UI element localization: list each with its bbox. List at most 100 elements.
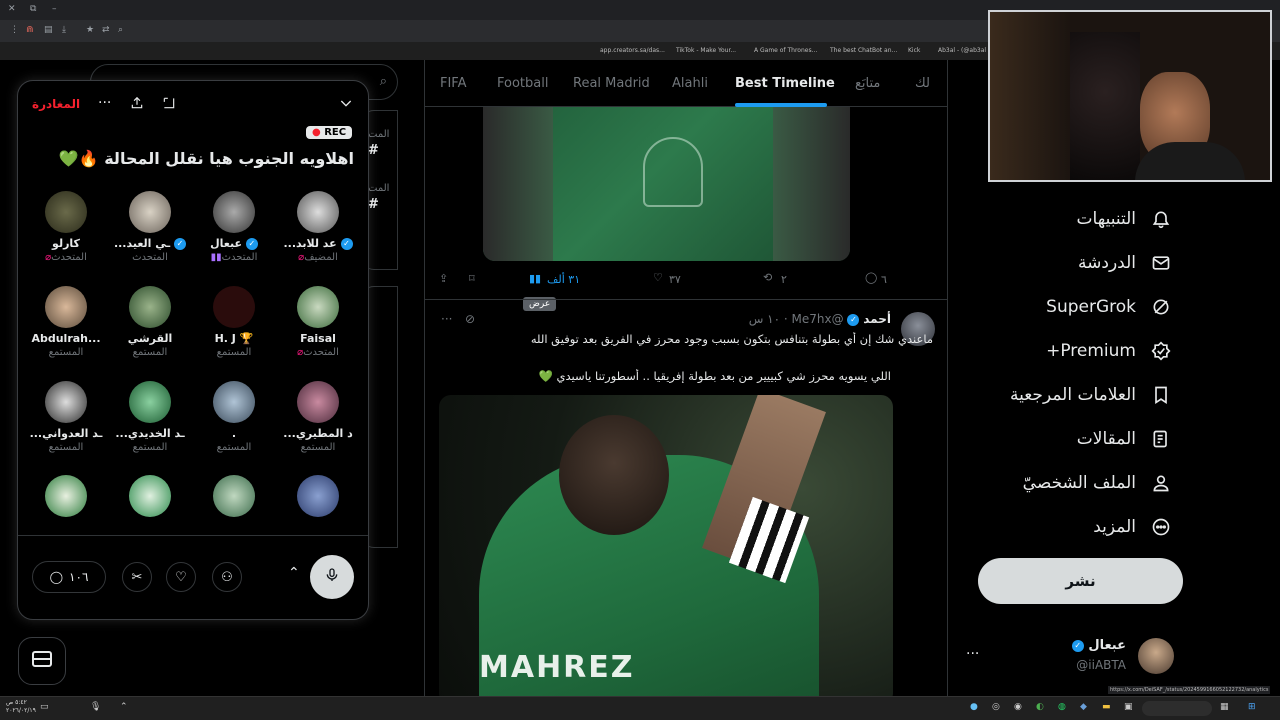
share-icon[interactable]: ⇄ bbox=[102, 25, 110, 35]
microphone-button[interactable] bbox=[310, 555, 354, 599]
tab-following[interactable]: متابَع bbox=[855, 76, 880, 91]
participant[interactable]: . المستمع bbox=[192, 381, 276, 453]
chevron-up-icon[interactable]: ⌃ bbox=[288, 565, 300, 581]
repost-icon[interactable]: ⟲ bbox=[763, 271, 772, 284]
whatsapp-icon[interactable]: ◍ bbox=[1058, 702, 1066, 712]
windows-start-icon[interactable]: ⊞ bbox=[1248, 702, 1256, 712]
leave-button[interactable]: المغادرة bbox=[32, 97, 80, 111]
nav-bookmarks[interactable]: العلامات المرجعية bbox=[1010, 384, 1172, 406]
participant[interactable] bbox=[192, 475, 276, 517]
bookmark-icon[interactable]: ⌑ bbox=[469, 272, 475, 285]
nav-more[interactable]: المزيد bbox=[1093, 516, 1172, 538]
participant[interactable]: القرشي المستمع bbox=[108, 286, 192, 358]
nav-chat[interactable]: الدردشة bbox=[1078, 252, 1172, 274]
grok-icon[interactable]: ⊘ bbox=[465, 312, 475, 326]
author-handle[interactable]: @Me7hx bbox=[792, 312, 844, 326]
steam-icon[interactable]: ● bbox=[970, 702, 978, 712]
participant-name: ...د المطيري bbox=[283, 427, 353, 440]
participant[interactable] bbox=[24, 475, 108, 517]
more-icon[interactable]: ··· bbox=[98, 95, 111, 111]
participant[interactable] bbox=[108, 475, 192, 517]
bookmark-item[interactable]: A Game of Thrones... bbox=[754, 47, 817, 54]
close-window-icon[interactable]: ✕ bbox=[8, 4, 16, 14]
star-icon[interactable]: ★ bbox=[86, 25, 94, 35]
participant[interactable]: Abdulrah... المستمع bbox=[24, 286, 108, 358]
reply-icon[interactable]: ◯ bbox=[865, 271, 877, 284]
clock[interactable]: ٥:٤٢ ص ٢٠٢٦/٠٢/١٩ bbox=[6, 699, 36, 715]
bookmark-item[interactable]: app.creators.sa/das... bbox=[600, 47, 665, 54]
comments-button[interactable]: ◯ ١٠٦ bbox=[32, 561, 106, 593]
tab-for-you[interactable]: لك bbox=[915, 76, 930, 91]
clip-icon[interactable]: ✂ bbox=[122, 562, 152, 592]
participant[interactable]: ...ـي العيد ✓ المتحدث bbox=[108, 191, 192, 263]
participant[interactable]: عبعال ✓ ▮▮المتحدث bbox=[192, 191, 276, 263]
app-icon[interactable]: ▣ bbox=[1124, 702, 1133, 712]
app-icon[interactable]: ◎ bbox=[992, 702, 1000, 712]
participant[interactable]: ...عد للابد ✓ ⌀المضيف bbox=[276, 191, 360, 263]
nav-notifications[interactable]: التنبيهات bbox=[1077, 208, 1172, 230]
chrome-icon[interactable]: ◐ bbox=[1036, 702, 1044, 712]
nav-articles[interactable]: المقالات bbox=[1077, 428, 1172, 450]
extension-icon[interactable]: ⋒ bbox=[26, 25, 34, 35]
views-icon[interactable]: ▮▮ bbox=[529, 272, 541, 285]
participant-name: H. J 🏆 bbox=[214, 332, 254, 345]
participant[interactable]: ...ـد العدواني المستمع bbox=[24, 381, 108, 453]
participant[interactable] bbox=[276, 475, 360, 517]
avatar bbox=[213, 191, 255, 233]
restore-window-icon[interactable]: ⧉ bbox=[30, 4, 36, 14]
participant-role: المستمع bbox=[300, 442, 336, 453]
app-icon[interactable]: ◆ bbox=[1080, 702, 1087, 712]
participant[interactable]: ...ـد الخديدي المستمع bbox=[108, 381, 192, 453]
verified-icon: ✓ bbox=[245, 238, 258, 250]
participant[interactable]: كارلو ⌀المتحدث bbox=[24, 191, 108, 263]
tweet-time[interactable]: ١٠ س bbox=[749, 312, 780, 326]
messages-button[interactable] bbox=[18, 637, 66, 685]
account-switcher[interactable]: ··· عبعال ✓ @iiABTA bbox=[962, 636, 1182, 680]
nav-profile[interactable]: الملف الشخصيّ bbox=[1023, 472, 1172, 494]
space-title: اهلاويه الجنوب هيا نقلل المحالة 🔥💚 bbox=[58, 149, 354, 168]
post-button[interactable]: نشر bbox=[978, 558, 1183, 604]
chevron-up-icon[interactable]: ⌃ bbox=[120, 702, 128, 712]
search-input[interactable] bbox=[1142, 701, 1212, 716]
task-view-icon[interactable]: ▦ bbox=[1220, 702, 1229, 712]
app-icon[interactable]: ◉ bbox=[1014, 702, 1022, 712]
people-icon[interactable]: ⚇ bbox=[212, 562, 242, 592]
extensions-icon[interactable]: ▤ bbox=[44, 25, 53, 35]
minimize-window-icon[interactable]: – bbox=[52, 4, 57, 14]
avatar bbox=[129, 286, 171, 328]
participant[interactable]: H. J 🏆 المستمع bbox=[192, 286, 276, 358]
microphone-icon[interactable]: 🎙 bbox=[90, 702, 101, 712]
nav-supergrok[interactable]: SuperGrok bbox=[1046, 296, 1172, 318]
reaction-icon[interactable]: ♡ bbox=[166, 562, 196, 592]
participant-name: ...ـد الخديدي bbox=[115, 427, 185, 440]
participant[interactable]: ...د المطيري المستمع bbox=[276, 381, 360, 453]
avatar bbox=[45, 286, 87, 328]
tab-best-timeline[interactable]: Best Timeline bbox=[735, 76, 835, 91]
share-icon[interactable]: ⇪ bbox=[439, 272, 448, 285]
account-more-icon[interactable]: ··· bbox=[966, 646, 979, 662]
participant[interactable]: Faisal ⌀المتحدث bbox=[276, 286, 360, 358]
expand-icon[interactable] bbox=[162, 95, 176, 114]
share-icon[interactable] bbox=[130, 95, 144, 114]
tab-fifa[interactable]: FIFA bbox=[440, 76, 467, 91]
notification-icon[interactable]: ▭ bbox=[40, 702, 49, 712]
tab-alahli[interactable]: Alahli bbox=[672, 76, 708, 91]
bookmark-item[interactable]: Kick bbox=[908, 47, 920, 54]
tweet-more-icon[interactable]: ··· bbox=[441, 312, 452, 326]
zoom-icon[interactable]: ⌕ bbox=[118, 25, 123, 35]
download-icon[interactable]: ⤓ bbox=[62, 25, 66, 35]
author-name[interactable]: أحمد bbox=[863, 312, 891, 326]
like-icon[interactable]: ♡ bbox=[653, 271, 663, 284]
menu-icon[interactable]: ⋮ bbox=[10, 25, 19, 35]
tab-football[interactable]: Football bbox=[497, 76, 548, 91]
folder-icon[interactable]: ▬ bbox=[1102, 702, 1111, 712]
tab-real-madrid[interactable]: Real Madrid bbox=[573, 76, 650, 91]
tweet-media-image[interactable] bbox=[483, 107, 850, 261]
nav-premium[interactable]: Premium+ bbox=[1046, 340, 1172, 362]
views-count[interactable]: ٣١ ألف bbox=[547, 273, 580, 286]
envelope-icon bbox=[30, 647, 54, 675]
tweet-media-image[interactable]: MAHREZ bbox=[439, 395, 893, 696]
chevron-down-icon[interactable] bbox=[338, 95, 354, 115]
bookmark-item[interactable]: The best ChatBot an... bbox=[830, 47, 897, 54]
bookmark-item[interactable]: TikTok - Make Your... bbox=[676, 47, 736, 54]
